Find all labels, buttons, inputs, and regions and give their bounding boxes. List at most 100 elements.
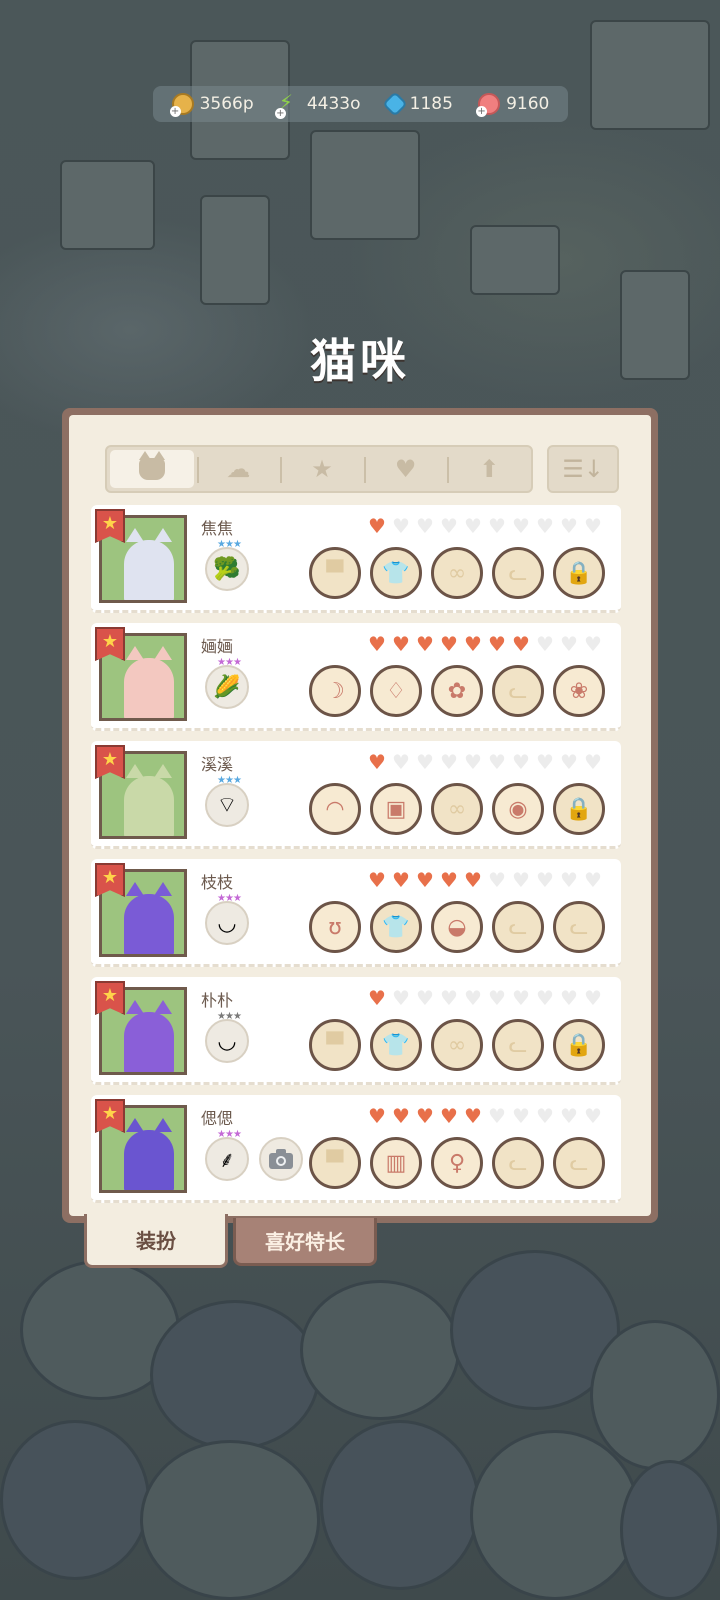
heart-icon: ♥ [488, 1104, 506, 1128]
diamond-counter[interactable]: 1185 [381, 91, 453, 117]
cat-face-slot-icon[interactable]: ᓚ [492, 665, 544, 717]
filter-tab-star[interactable]: ★ [280, 447, 364, 491]
radish-icon[interactable]: ⌔ ★★★ [205, 775, 249, 827]
glasses-slot-icon[interactable]: ∞ [431, 783, 483, 835]
cat-row[interactable]: ★ 婳婳 ♥ ♥ ♥ ♥ ♥ ♥ ♥ ♥ ♥ ♥ 🌽 ★★★ ☽ ♢ ✿ ᓚ ❀ [91, 623, 621, 731]
heart-icon: ♥ [536, 514, 554, 538]
hat-slot-icon[interactable]: ▀ [309, 547, 361, 599]
cat-row[interactable]: ★ 偲偲 ♥ ♥ ♥ ♥ ♥ ♥ ♥ ♥ ♥ ♥ ⸙ ★★★ ▀ ▥ ♀ ᓚ ᓚ [91, 1095, 621, 1203]
cat-portrait [124, 894, 174, 954]
cat-portrait [124, 540, 174, 600]
filter-tabs: ☁ ★ ♥ ⬆ [105, 445, 533, 493]
glasses-slot-icon[interactable]: ∞ [431, 1019, 483, 1071]
filter-tab-chef[interactable]: ☁ [196, 447, 281, 491]
heart-icon: ♥ [464, 514, 482, 538]
food-cart [310, 130, 420, 240]
heart-icon: ♥ [536, 1104, 554, 1128]
corn-icon[interactable]: 🌽 ★★★ [205, 657, 249, 709]
lock-icon[interactable]: 🔒 [553, 783, 605, 835]
energy-counter[interactable]: + 4433o [274, 90, 361, 119]
heart-icon: ♥ [464, 868, 482, 892]
filter-tab-heart[interactable]: ♥ [363, 447, 448, 491]
cat-row[interactable]: ★ 枝枝 ♥ ♥ ♥ ♥ ♥ ♥ ♥ ♥ ♥ ♥ ◡ ★★★ ʊ 👕 ◒ ᓚ ᓚ [91, 859, 621, 967]
shirt-slot-icon[interactable]: 👕 [370, 901, 422, 953]
cat-face-slot-icon[interactable]: ᓚ [553, 1137, 605, 1189]
raccoon-icon[interactable]: ◉ [492, 783, 544, 835]
crescent-hairpin-icon[interactable]: ☽ [309, 665, 361, 717]
broccoli-icon[interactable]: 🥦 ★★★ [205, 539, 249, 591]
ear-clip-icon[interactable]: ʊ [309, 901, 361, 953]
cat-face-slot-icon[interactable]: ᓚ [492, 1137, 544, 1189]
affection-hearts: ♥ ♥ ♥ ♥ ♥ ♥ ♥ ♥ ♥ ♥ [367, 632, 603, 656]
shirt-slot-icon[interactable]: 👕 [370, 1019, 422, 1071]
skill-stars-icon: ★★★ [217, 539, 242, 550]
glasses-slot-icon[interactable]: ∞ [431, 547, 483, 599]
tab-outfit[interactable]: 装扮 [84, 1214, 228, 1268]
heart-icon: ♥ [584, 632, 602, 656]
heart-icon: ♥ [368, 986, 386, 1010]
cat-ear [126, 1118, 144, 1132]
hat-slot-icon[interactable]: ▀ [309, 1019, 361, 1071]
heart-icon: ♥ [416, 514, 434, 538]
shirt-slot-icon[interactable]: 👕 [370, 547, 422, 599]
noodle-bowl-icon[interactable]: ◡ ★★★ [205, 893, 249, 945]
cat-face-slot-icon[interactable]: ᓚ [492, 547, 544, 599]
cat-portrait [124, 1130, 174, 1190]
heart-icon: ♥ [368, 750, 386, 774]
cat-row[interactable]: ★ 焦焦 ♥ ♥ ♥ ♥ ♥ ♥ ♥ ♥ ♥ ♥ 🥦 ★★★ ▀ 👕 ∞ ᓚ 🔒 [91, 505, 621, 613]
tab-hobby[interactable]: 喜好特长 [233, 1218, 377, 1266]
hat-slot-icon[interactable]: ▀ [309, 1137, 361, 1189]
rice-bowl-icon[interactable]: ◡ ★★★ [205, 1011, 249, 1063]
cat-ear [154, 1118, 172, 1132]
cat-ear [126, 646, 144, 660]
cat-name: 偲偲 [201, 1109, 234, 1128]
wheat-icon[interactable]: ⸙ ★★★ [205, 1129, 249, 1181]
pink-squirrel-icon[interactable]: ❀ [553, 665, 605, 717]
vest-icon[interactable]: ▣ [370, 783, 422, 835]
cat-ear [154, 646, 172, 660]
heart-icon: ♥ [584, 514, 602, 538]
lock-icon[interactable]: 🔒 [553, 547, 605, 599]
cat-name: 焦焦 [201, 519, 234, 538]
cat-portrait [124, 776, 174, 836]
cat-ear [126, 1000, 144, 1014]
heart-icon: ♥ [512, 1104, 530, 1128]
coin-counter[interactable]: + 3566p [169, 93, 254, 117]
heart-icon: ♥ [512, 632, 530, 656]
paw-print-icon[interactable]: ✿ [431, 665, 483, 717]
cat-face-slot-icon[interactable]: ᓚ [492, 1019, 544, 1071]
heart-icon: ♥ [392, 1104, 410, 1128]
heart-icon: ♥ [440, 1104, 458, 1128]
shop-building [60, 160, 155, 250]
filter-tab-cat[interactable] [110, 450, 194, 488]
energy-value: 4433o [306, 94, 361, 114]
green-hat-icon[interactable]: ◒ [431, 901, 483, 953]
cat-face-slot-icon[interactable]: ᓚ [492, 901, 544, 953]
arrow-up-icon: ⬆ [479, 455, 500, 483]
cat-row[interactable]: ★ 朴朴 ♥ ♥ ♥ ♥ ♥ ♥ ♥ ♥ ♥ ♥ ◡ ★★★ ▀ 👕 ∞ ᓚ 🔒 [91, 977, 621, 1085]
heart-icon: ♥ [440, 868, 458, 892]
cap-icon[interactable]: ◠ [309, 783, 361, 835]
red-overalls-icon[interactable]: ▥ [370, 1137, 422, 1189]
outfit-slots: ▀ ▥ ♀ ᓚ ᓚ [309, 1137, 605, 1189]
cat-row[interactable]: ★ 溪溪 ♥ ♥ ♥ ♥ ♥ ♥ ♥ ♥ ♥ ♥ ⌔ ★★★ ◠ ▣ ∞ ◉ 🔒 [91, 741, 621, 849]
sort-button[interactable]: ☰↓ [547, 445, 619, 493]
heart-icon: ♥ [416, 868, 434, 892]
lock-icon[interactable]: 🔒 [553, 1019, 605, 1071]
heart-icon: ♥ [416, 1104, 434, 1128]
cotton-candy-icon[interactable]: ♀ [431, 1137, 483, 1189]
heart-icon: ♥ [464, 632, 482, 656]
heart-icon: ♥ [488, 868, 506, 892]
heart-icon: ♥ [512, 986, 530, 1010]
panel-content: ☁ ★ ♥ ⬆ ☰↓ ★ 焦焦 ♥ ♥ ♥ ♥ ♥ ♥ ♥ ♥ ♥ ♥ 🥦 ★★★ ▀ 👕 ∞ ᓚ 🔒 ★ 婳婳 ♥ ♥ ♥ ♥… [69, 415, 651, 1216]
heart-icon: ♥ [440, 514, 458, 538]
camera-icon[interactable] [259, 1137, 303, 1181]
yarn-value: 9160 [506, 94, 550, 114]
pink-dress-icon[interactable]: ♢ [370, 665, 422, 717]
yarn-counter[interactable]: + 9160 [476, 93, 550, 117]
tree [300, 1280, 460, 1420]
cat-face-slot-icon[interactable]: ᓚ [553, 901, 605, 953]
outfit-slots: ☽ ♢ ✿ ᓚ ❀ [309, 665, 605, 717]
heart-icon: ♥ [536, 750, 554, 774]
filter-tab-level[interactable]: ⬆ [447, 447, 531, 491]
